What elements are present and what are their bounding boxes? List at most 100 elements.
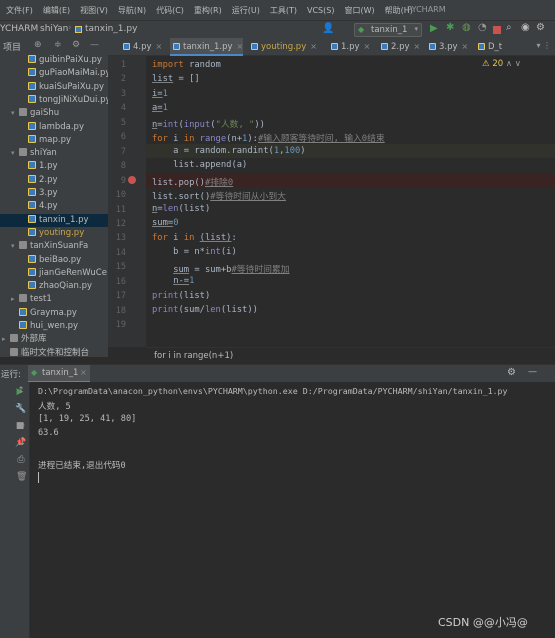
python-file-icon (123, 43, 130, 50)
line-number: 8 (120, 161, 126, 172)
tree-file[interactable]: beiBao.py (0, 254, 108, 267)
close-icon[interactable]: × (310, 42, 317, 51)
settings-icon[interactable]: ⚙ (507, 367, 516, 378)
search-icon[interactable]: ⌕ (506, 22, 512, 33)
menu-item[interactable]: 文件(F) (6, 5, 33, 16)
editor-tab[interactable]: D_t (475, 38, 502, 56)
scroll-down-icon[interactable]: ↓ (16, 403, 26, 413)
tree-folder[interactable]: ▸ test1 (0, 293, 108, 306)
close-icon[interactable]: × (80, 368, 87, 377)
editor-tab[interactable]: 4.py × (120, 38, 162, 56)
tree-file[interactable]: map.py (0, 134, 108, 147)
tree-file[interactable]: guibinPaiXu.py (0, 54, 108, 67)
tree-file[interactable]: youting.py (0, 227, 108, 240)
coverage-icon[interactable]: ◍ (462, 22, 471, 33)
tree-item-label: beiBao.py (39, 254, 82, 265)
tab-label: 4.py (133, 42, 152, 52)
folder-icon (19, 241, 27, 250)
close-icon[interactable]: × (414, 42, 421, 51)
breakpoint-icon[interactable] (128, 176, 136, 184)
collapse-all-icon[interactable]: ⊕ (34, 40, 42, 50)
chevron-down-icon[interactable]: ▾ (11, 107, 19, 120)
delete-icon[interactable]: 🗑 (16, 472, 27, 482)
tree-item-label: kuaiSuPaiXu.py (39, 81, 105, 92)
breadcrumb-folder[interactable]: shiYan (40, 24, 68, 34)
run-config-select[interactable]: ◆ tanxin_1 ▾ (354, 23, 422, 37)
breadcrumb-file[interactable]: tanxin_1.py (85, 24, 137, 34)
tree-file[interactable]: hui_wen.py (0, 320, 108, 333)
tree-file[interactable]: tanxin_1.py (0, 213, 108, 227)
run-tab[interactable]: ◆ tanxin_1 × (28, 365, 90, 383)
close-icon[interactable]: × (462, 42, 469, 51)
tree-file[interactable]: lambda.py (0, 121, 108, 134)
close-icon[interactable]: × (156, 42, 163, 51)
tree-folder[interactable]: ▾ gaiShu (0, 107, 108, 120)
editor-tab[interactable]: youting.py × (248, 38, 317, 56)
tree-file[interactable]: 1.py (0, 160, 108, 173)
settings-icon[interactable]: ⚙ (536, 22, 545, 33)
tree-file[interactable]: Grayma.py (0, 307, 108, 320)
soft-wrap-icon[interactable]: ⇌ (16, 421, 26, 431)
tree-folder[interactable]: ▾ tanXinSuanFa (0, 240, 108, 253)
print-icon[interactable]: ⎙ (16, 455, 26, 465)
editor-tab[interactable]: 2.py × (378, 38, 420, 56)
watermark: CSDN @@小冯@ (438, 616, 528, 629)
tree-file[interactable]: 4.py (0, 200, 108, 213)
code-line: list.sort()#等待时间从小到大 (152, 192, 286, 202)
user-icon[interactable]: 👤 (322, 23, 334, 34)
chevron-down-icon[interactable]: ▾ (11, 147, 19, 160)
code-breadcrumb[interactable]: for i in range(n+1) (154, 351, 233, 361)
scroll-up-icon[interactable]: ↑ (16, 386, 26, 396)
tree-folder[interactable]: ▸ 外部库 (0, 333, 108, 346)
profile-icon[interactable]: ◔ (478, 22, 487, 33)
menu-item[interactable]: 窗口(W) (344, 5, 374, 16)
tree-file[interactable]: 3.py (0, 187, 108, 200)
tree-file[interactable]: jianGeRenWuCe (0, 267, 108, 280)
tree-item-label: shiYan (30, 148, 57, 159)
close-icon[interactable]: × (364, 42, 371, 51)
code-line: print(list) (152, 291, 211, 301)
menu-item[interactable]: 视图(V) (80, 5, 108, 16)
tree-item-label: 3.py (39, 188, 58, 198)
menu-item[interactable]: 代码(C) (156, 5, 184, 16)
chevron-down-icon[interactable]: ▾ (11, 240, 19, 253)
debug-icon[interactable]: ✱ (446, 22, 454, 33)
breadcrumb-separator: › (68, 23, 72, 33)
update-icon[interactable]: ◉ (521, 22, 530, 33)
menu-item[interactable]: VCS(S) (307, 6, 334, 15)
scroll-to-end-icon[interactable]: ⇊ (16, 438, 26, 448)
menu-item[interactable]: 导航(N) (118, 5, 146, 16)
run-icon[interactable]: ▶ (430, 23, 438, 34)
tree-file[interactable]: zhaoQian.py (0, 280, 108, 293)
tab-overflow-icon[interactable]: ▾ ⋮ (536, 41, 551, 50)
tree-file[interactable]: tongJiNiXuDui.py (0, 94, 108, 107)
chevron-right-icon[interactable]: ▸ (11, 293, 19, 306)
breadcrumb-project[interactable]: YCHARM (0, 24, 38, 34)
line-number: 3 (120, 88, 126, 99)
chevron-right-icon[interactable]: ▸ (2, 333, 10, 346)
tree-file[interactable]: 2.py (0, 174, 108, 187)
expand-icon[interactable]: ≑ (54, 40, 62, 50)
menu-item[interactable]: 运行(U) (232, 5, 260, 16)
minimize-icon[interactable]: — (90, 40, 99, 50)
tree-folder[interactable]: ▾ shiYan (0, 147, 108, 160)
menu-item[interactable]: 工具(T) (270, 5, 297, 16)
editor-tab[interactable]: 1.py × (328, 38, 370, 56)
editor-tab[interactable]: 3.py × (426, 38, 468, 56)
warning-indicator[interactable]: ⚠ 20 ∧ ∨ (482, 59, 521, 69)
minimize-icon[interactable]: — (528, 367, 537, 377)
code-line: sum=0 (152, 218, 179, 228)
python-file-icon (478, 43, 485, 50)
close-icon[interactable]: × (237, 42, 244, 51)
menu-item[interactable]: 重构(R) (194, 5, 222, 16)
console-caret (38, 472, 39, 483)
line-number: 14 (115, 247, 126, 258)
settings-icon[interactable]: ⚙ (72, 40, 80, 50)
stop-icon[interactable] (493, 26, 501, 34)
tree-file[interactable]: guPiaoMaiMai.py (0, 67, 108, 80)
editor-tab[interactable]: tanxin_1.py × (170, 38, 244, 56)
python-file-icon (173, 43, 180, 50)
tree-file[interactable]: kuaiSuPaiXu.py (0, 81, 108, 94)
menu-item[interactable]: 编辑(E) (43, 5, 70, 16)
tree-folder[interactable]: 临时文件和控制台 (0, 347, 108, 360)
